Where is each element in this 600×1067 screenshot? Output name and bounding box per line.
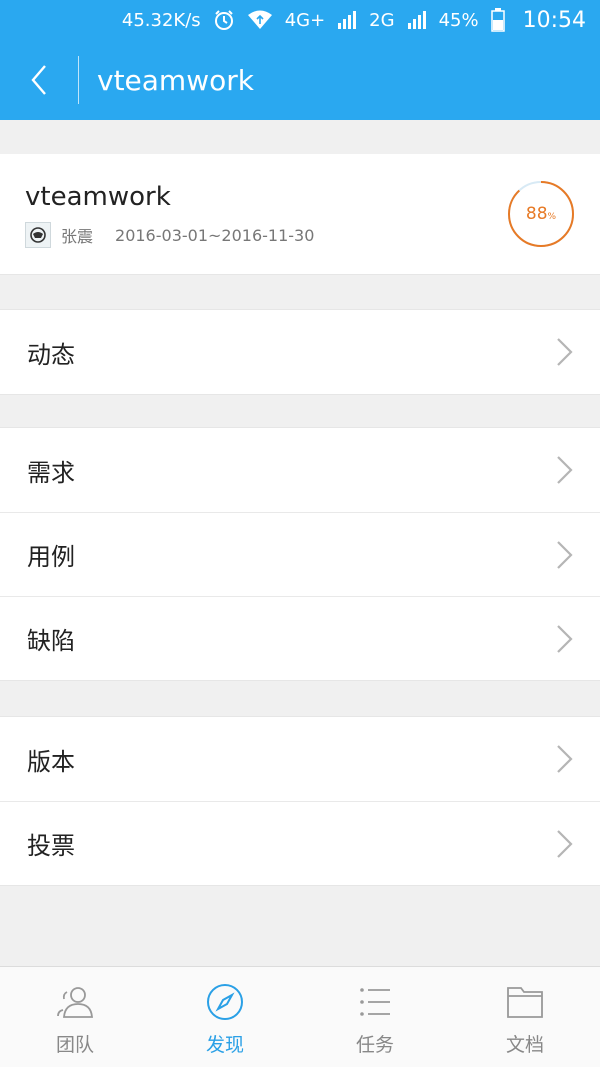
battery-percent: 45% <box>438 9 479 31</box>
status-bar: 45.32K/s 4G+ 2G 45% 10:54 <box>0 0 600 40</box>
menu-item-votes[interactable]: 投票 <box>0 801 600 885</box>
battery-icon <box>490 8 505 32</box>
tab-label: 任务 <box>355 1034 394 1056</box>
menu-item-label: 用例 <box>27 543 75 571</box>
avatar <box>25 222 51 248</box>
menu-item-label: 动态 <box>27 340 75 369</box>
menu-group-activity: 动态 <box>0 309 600 395</box>
project-meta: 张震 2016-03-01~2016-11-30 <box>25 222 314 248</box>
menu-item-use-cases[interactable]: 用例 <box>0 512 600 596</box>
signal-icon <box>337 10 357 30</box>
list-icon <box>360 988 390 1016</box>
menu-item-defects[interactable]: 缺陷 <box>0 596 600 680</box>
menu-item-activity[interactable]: 动态 <box>0 310 600 394</box>
chevron-right-icon <box>557 830 573 858</box>
network-type-2: 2G <box>369 9 395 31</box>
project-owner: 张震 <box>61 227 94 246</box>
chevron-right-icon <box>557 541 573 569</box>
tab-documents[interactable]: 文档 <box>450 967 600 1067</box>
wifi-icon <box>247 10 273 30</box>
bottom-tab-bar: 团队 发现 任务 文档 <box>0 966 600 1067</box>
project-name: vteamwork <box>25 182 171 212</box>
top-bar: 45.32K/s 4G+ 2G 45% 10:54 vteamwork <box>0 0 600 120</box>
header-divider <box>78 56 79 104</box>
tab-label: 发现 <box>205 1034 244 1056</box>
tab-discover[interactable]: 发现 <box>150 967 300 1067</box>
back-arrow-icon <box>31 65 46 95</box>
tab-label: 团队 <box>55 1034 94 1056</box>
team-icon <box>57 987 93 1018</box>
progress-value: 88% <box>507 180 575 248</box>
signal-icon <box>407 10 427 30</box>
tab-tasks[interactable]: 任务 <box>300 967 450 1067</box>
network-type-1: 4G+ <box>284 9 326 31</box>
net-speed: 45.32K/s <box>121 9 201 31</box>
menu-item-requirements[interactable]: 需求 <box>0 428 600 512</box>
alarm-icon <box>213 9 235 31</box>
menu-group-release: 版本 投票 <box>0 716 600 886</box>
app-bar: vteamwork <box>0 40 600 120</box>
page-title: vteamwork <box>97 63 254 97</box>
menu-item-label: 缺陷 <box>27 627 75 655</box>
folder-icon <box>507 987 543 1018</box>
progress-number: 88 <box>525 204 548 224</box>
clock: 10:54 <box>522 7 586 33</box>
compass-icon <box>207 984 243 1020</box>
progress-unit: % <box>547 212 557 222</box>
back-button[interactable] <box>0 40 78 120</box>
menu-item-label: 版本 <box>27 747 75 776</box>
project-card[interactable]: vteamwork 张震 2016-03-01~2016-11-30 88% <box>0 154 600 275</box>
menu-item-label: 需求 <box>27 458 75 487</box>
chevron-right-icon <box>557 625 573 653</box>
chevron-right-icon <box>557 745 573 773</box>
chevron-right-icon <box>557 456 573 484</box>
tab-label: 文档 <box>505 1034 544 1056</box>
menu-group-work-items: 需求 用例 缺陷 <box>0 427 600 681</box>
project-date-range: 2016-03-01~2016-11-30 <box>115 225 315 245</box>
menu-item-versions[interactable]: 版本 <box>0 717 600 801</box>
tab-team[interactable]: 团队 <box>0 967 150 1067</box>
menu-item-label: 投票 <box>27 832 75 860</box>
chevron-right-icon <box>557 338 573 366</box>
